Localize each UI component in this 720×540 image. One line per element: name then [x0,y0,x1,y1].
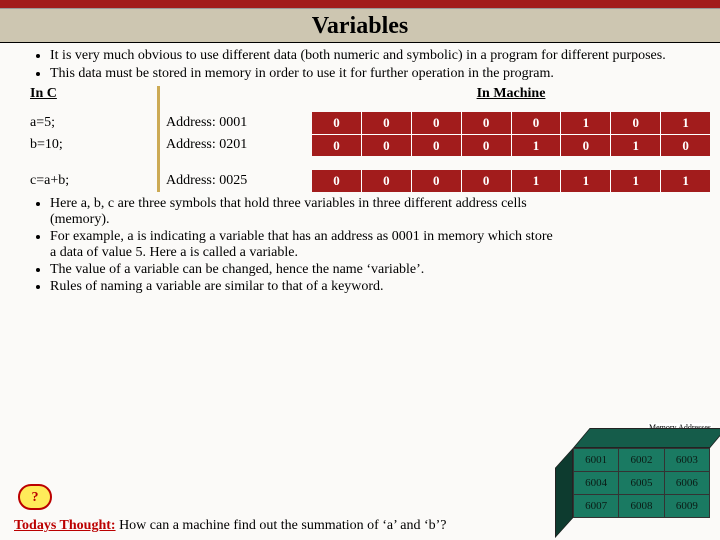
bit-cell: 0 [462,134,512,156]
col-in-machine: In Machine 00000101 00001010 00001111 [312,86,710,192]
bits-row: 00001111 [312,170,710,192]
code-vs-machine: In C a=5; b=10; c=a+b; . Address: 0001 A… [30,86,710,192]
intro-bullet: It is very much obvious to use different… [50,48,702,64]
bit-cell: 0 [412,170,462,192]
slide-title-band: Variables [0,8,720,42]
note-bullet: Here a, b, c are three symbols that hold… [50,196,560,228]
bit-cell: 0 [412,112,462,134]
bits-row: 00001010 [312,134,710,156]
address-text: Address: 0201 [166,134,306,156]
intro-bullet: This data must be stored in memory in or… [50,66,702,82]
note-bullet: For example, a is indicating a variable … [50,229,560,261]
question-bubble-icon: ? [18,484,52,510]
bit-cell: 1 [561,170,611,192]
bit-cell: 0 [661,134,710,156]
bits-row: 00000101 [312,112,710,134]
bit-cell: 0 [412,134,462,156]
bit-cell: 0 [312,112,362,134]
note-bullet: Rules of naming a variable are similar t… [50,279,560,295]
address-text: Address: 0001 [166,112,306,134]
note-bullet: The value of a variable can be changed, … [50,262,560,278]
bit-cell: 1 [661,112,710,134]
bit-cell: 0 [462,112,512,134]
bit-cell: 0 [561,134,611,156]
notes-bullets: Here a, b, c are three symbols that hold… [10,196,560,295]
bit-cell: 0 [362,112,412,134]
bit-cell: 0 [611,112,661,134]
memory-cube: Memory Addresses 600160026003 6004600560… [555,428,710,518]
bit-cell: 1 [611,134,661,156]
bit-cell: 0 [362,134,412,156]
bits-block-ab: 00000101 00001010 [312,112,710,156]
thought-text: How can a machine find out the summation… [116,518,447,533]
memory-grid: 600160026003 600460056006 600760086009 [573,448,710,518]
heading-in-machine: In Machine [312,86,710,102]
bit-cell: 0 [512,112,562,134]
bit-cell: 1 [611,170,661,192]
bit-cell: 1 [561,112,611,134]
bit-cell: 0 [312,134,362,156]
address-text: Address: 0025 [166,170,306,192]
col-addresses: . Address: 0001 Address: 0201 Address: 0… [166,86,306,192]
thought-label: Todays Thought: [14,518,116,533]
bit-cell: 1 [661,170,710,192]
bit-cell: 1 [512,170,562,192]
intro-bullets: It is very much obvious to use different… [10,48,702,82]
slide-title: Variables [312,13,408,39]
col-in-c: In C a=5; b=10; c=a+b; [30,86,160,192]
bit-cell: 1 [512,134,562,156]
bit-cell: 0 [312,170,362,192]
todays-thought: Todays Thought: How can a machine find o… [14,518,447,534]
heading-in-c: In C [30,86,149,102]
bit-cell: 0 [462,170,512,192]
slide-top-accent [0,0,720,8]
bit-cell: 0 [362,170,412,192]
